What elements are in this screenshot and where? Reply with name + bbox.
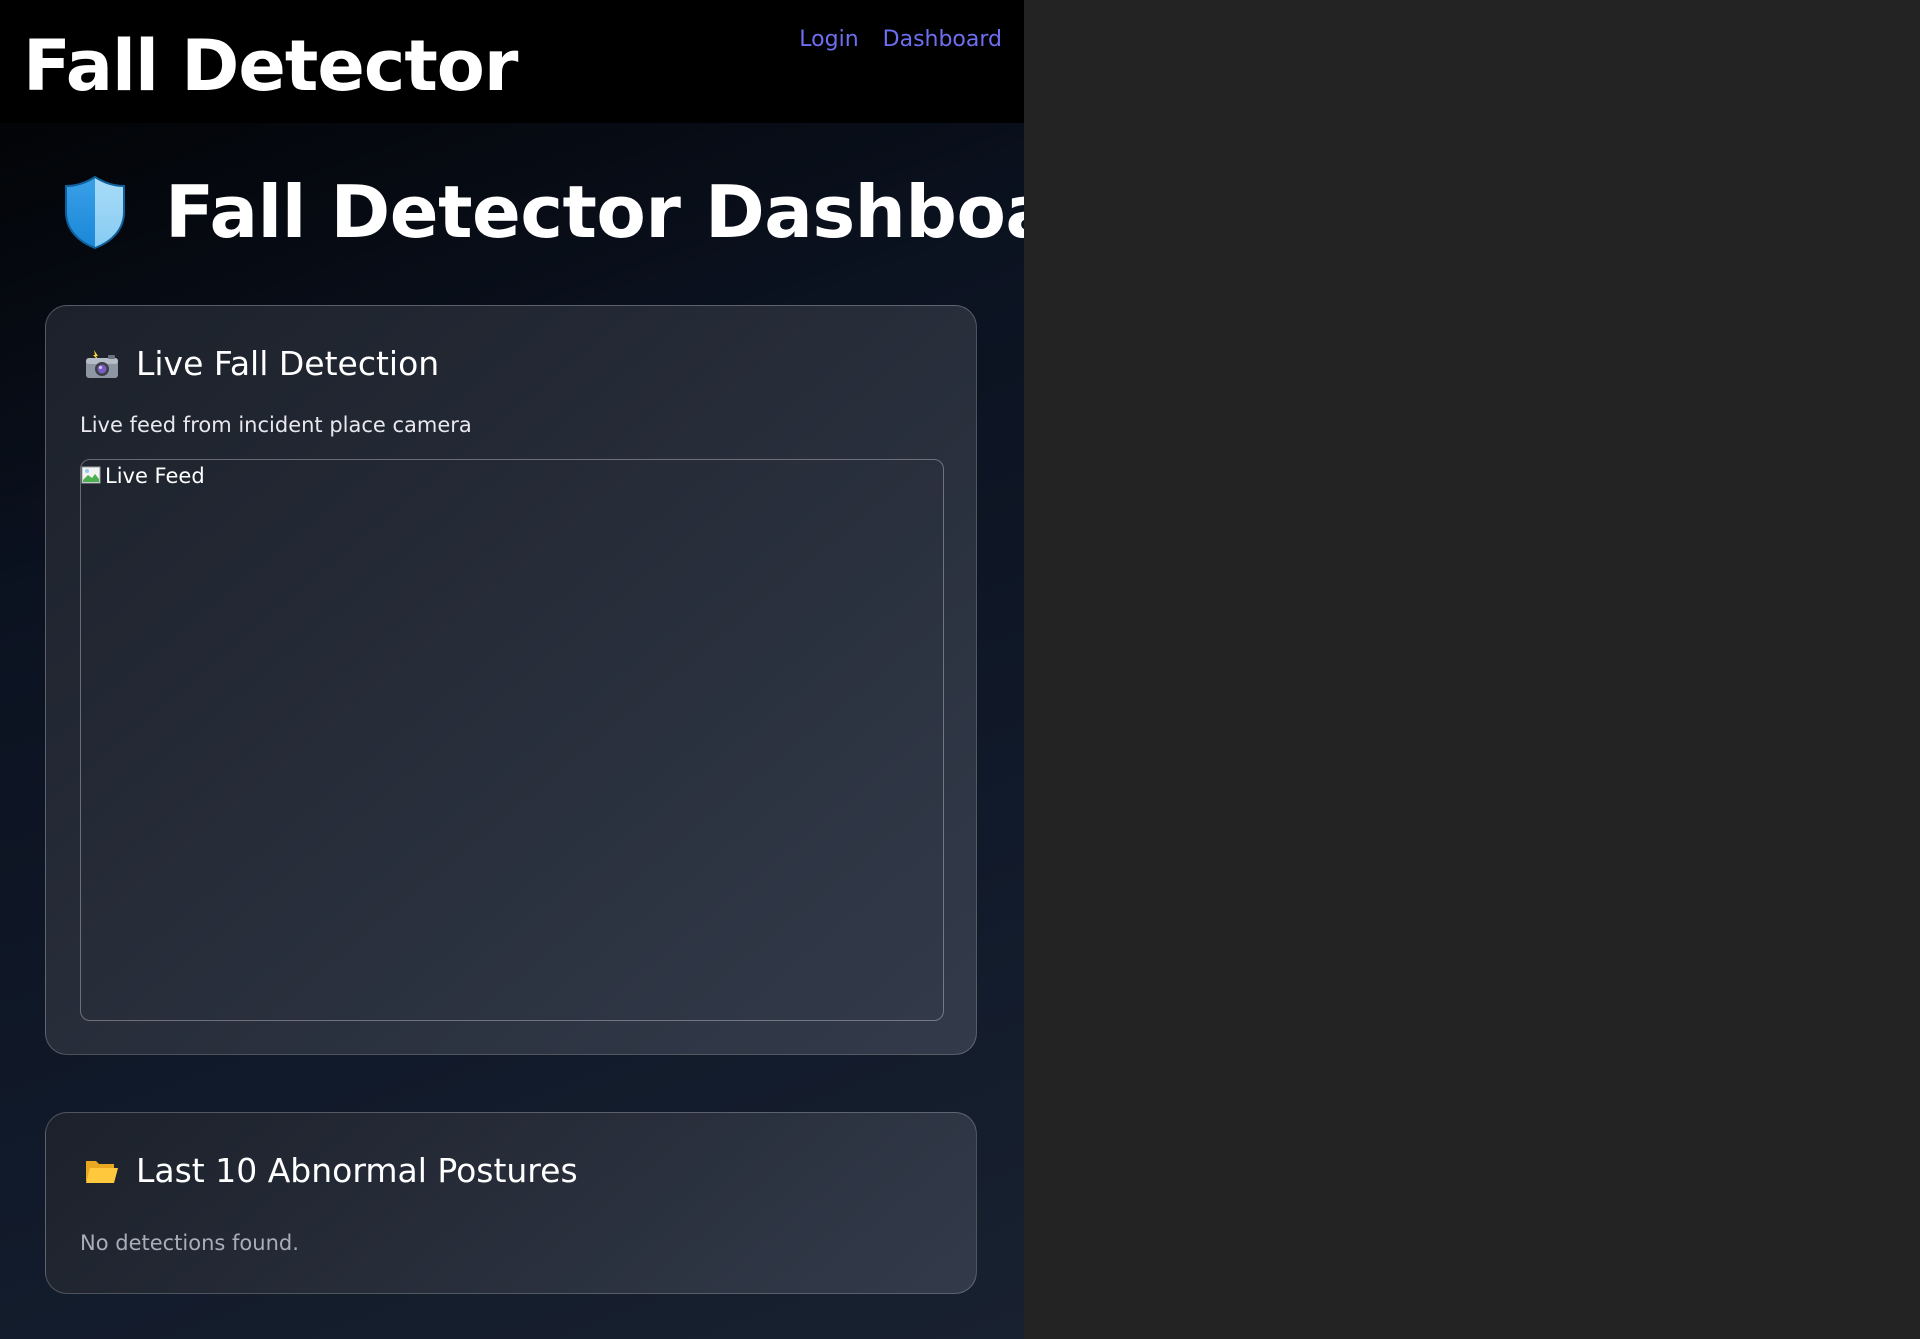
abnormal-postures-card: Last 10 Abnormal Postures No detections …: [45, 1112, 977, 1294]
nav-links: Login Dashboard: [799, 26, 1002, 54]
broken-image-placeholder: Live Feed: [81, 462, 205, 490]
camera-with-flash-icon: [86, 350, 118, 378]
page-heading: Fall Detector Dashboard: [62, 170, 1024, 254]
live-detection-card: Live Fall Detection Live feed from incid…: [45, 305, 977, 1055]
brand-title: Fall Detector: [23, 25, 518, 107]
live-card-title: Live Fall Detection: [136, 344, 440, 383]
history-card-title: Last 10 Abnormal Postures: [136, 1151, 578, 1190]
open-folder-icon: [86, 1161, 118, 1183]
app-viewport: Fall Detector Login Dashboard Fall Detec…: [0, 0, 1024, 1339]
live-feed-image: Live Feed: [80, 459, 944, 1021]
navbar: Fall Detector Login Dashboard: [0, 0, 1024, 123]
empty-state-message: No detections found.: [80, 1231, 299, 1255]
nav-link-login[interactable]: Login: [799, 26, 858, 54]
live-feed-alt-text: Live Feed: [105, 464, 205, 488]
live-card-subtitle: Live feed from incident place camera: [80, 413, 472, 437]
nav-link-dashboard[interactable]: Dashboard: [883, 26, 1002, 54]
page-title: Fall Detector Dashboard: [165, 170, 1024, 254]
shield-icon: [65, 175, 125, 250]
broken-image-icon: [81, 466, 101, 484]
history-card-header: Last 10 Abnormal Postures: [84, 1151, 578, 1191]
live-card-header: Live Fall Detection: [84, 344, 439, 384]
